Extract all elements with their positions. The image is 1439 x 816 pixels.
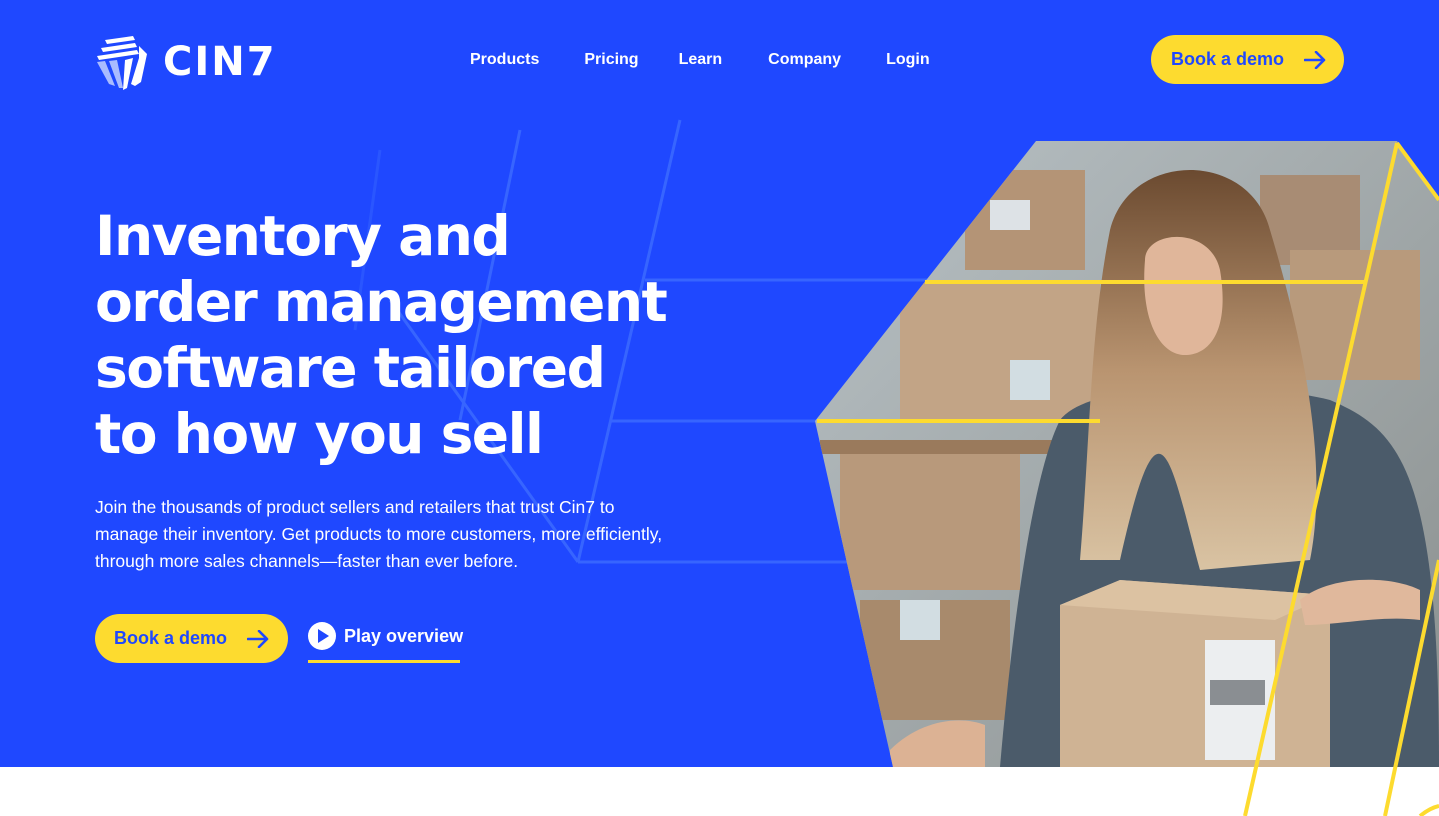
hero-subtext: Join the thousands of product sellers an…: [95, 494, 715, 575]
hero-book-demo-label: Book a demo: [114, 628, 228, 648]
subtext-line: manage their inventory. Get products to …: [95, 524, 663, 544]
nav-item-login[interactable]: Login: [886, 48, 930, 72]
arrow-right-icon: [1304, 50, 1326, 69]
nav-item-learn[interactable]: Learn: [679, 48, 723, 72]
subtext-line: through more sales channels—faster than …: [95, 551, 519, 571]
play-circle-icon: [308, 622, 336, 650]
headline-line: to how you sell: [95, 402, 544, 466]
nav-item-company[interactable]: Company: [768, 48, 841, 72]
cin7-stripes-logo-icon: [97, 36, 147, 90]
play-overview-underline: [308, 660, 460, 663]
nav-item-pricing[interactable]: Pricing: [584, 48, 638, 72]
headline-line: order management: [95, 270, 668, 334]
headline-line: software tailored: [95, 336, 606, 400]
below-fold-section: [0, 767, 1439, 816]
play-overview-link[interactable]: Play overview: [308, 622, 463, 662]
nav-item-products[interactable]: Products: [470, 48, 539, 72]
brand-name: CIN7: [163, 39, 277, 85]
header-book-demo-label: Book a demo: [1171, 49, 1285, 69]
main-nav: Products Pricing Learn Company Login: [470, 48, 930, 72]
hero-book-demo-button[interactable]: Book a demo: [95, 614, 288, 663]
hero-headline: Inventory and order management software …: [95, 203, 668, 467]
arrow-right-icon: [247, 629, 269, 648]
subtext-line: Join the thousands of product sellers an…: [95, 497, 615, 517]
cin7-logo[interactable]: CIN7: [95, 34, 277, 90]
play-overview-label: Play overview: [344, 625, 464, 646]
headline-line: Inventory and: [95, 204, 511, 268]
header-book-demo-button[interactable]: Book a demo: [1151, 35, 1344, 84]
